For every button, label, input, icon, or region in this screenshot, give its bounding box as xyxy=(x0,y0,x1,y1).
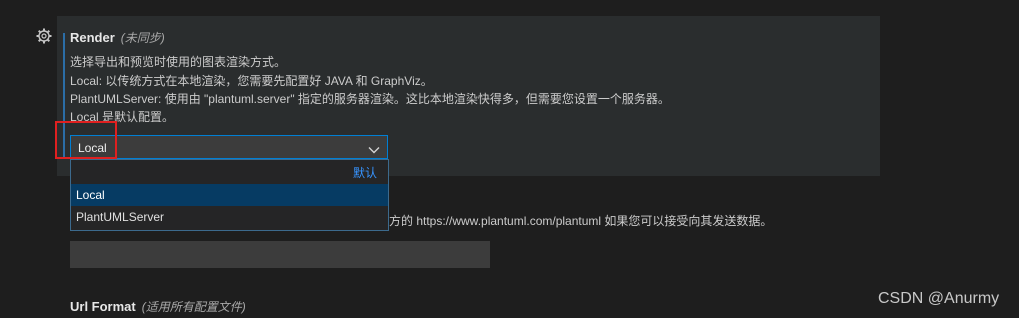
setting-scope-label: (未同步) xyxy=(120,31,165,45)
url-format-title: Url Format (适用所有配置文件) xyxy=(70,299,246,315)
url-format-scope-label: (适用所有配置文件) xyxy=(141,300,246,314)
chevron-down-icon[interactable] xyxy=(368,143,380,157)
select-dropdown: 默认 Local PlantUMLServer xyxy=(70,159,389,231)
dropdown-option-local[interactable]: Local xyxy=(71,184,388,206)
setting-description-line: PlantUMLServer: 使用由 "plantuml.server" 指定… xyxy=(70,92,670,106)
server-setting-description: 方的 https://www.plantuml.com/plantuml 如果您… xyxy=(389,214,773,228)
watermark: CSDN @Anurmy xyxy=(878,290,1000,307)
settings-editor: Render (未同步) 选择导出和预览时使用的图表渲染方式。 Local: 以传… xyxy=(0,0,1019,318)
gear-icon[interactable] xyxy=(36,28,52,44)
server-url-input[interactable] xyxy=(70,241,490,268)
setting-description-line: Local: 以传统方式在本地渲染，您需要先配置好 JAVA 和 GraphVi… xyxy=(70,74,433,88)
dropdown-header: 默认 xyxy=(71,160,388,184)
dropdown-option-plantumlserver[interactable]: PlantUMLServer xyxy=(71,206,388,228)
default-indicator: 默认 xyxy=(352,166,377,180)
url-format-title-label: Url Format xyxy=(70,299,136,314)
render-select[interactable]: Local xyxy=(70,135,388,159)
highlight-annotation xyxy=(55,121,117,159)
setting-title-label: Render xyxy=(70,30,115,45)
setting-title: Render (未同步) xyxy=(70,30,165,46)
setting-description-line: 选择导出和预览时使用的图表渲染方式。 xyxy=(70,55,287,69)
